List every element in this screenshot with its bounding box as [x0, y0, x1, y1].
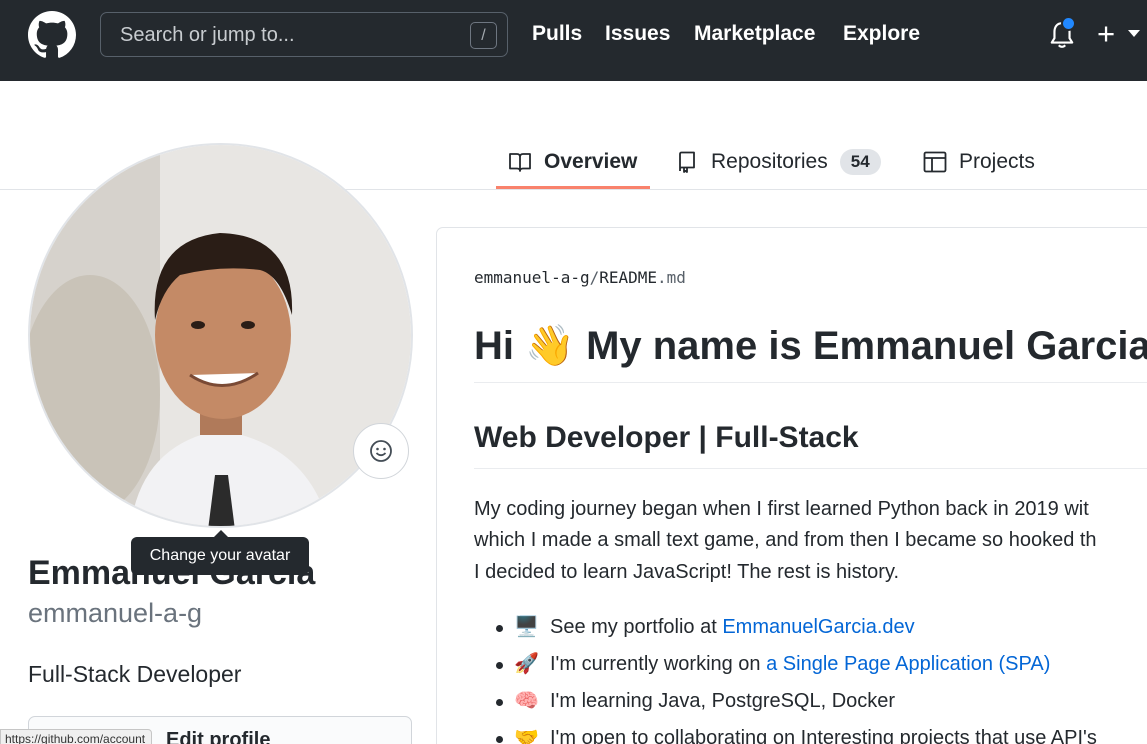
spa-project-link[interactable]: a Single Page Application (SPA)	[766, 653, 1050, 675]
list-item-text: I'm currently working on	[550, 653, 767, 675]
tab-label: Overview	[544, 150, 638, 173]
readme-owner-link[interactable]: emmanuel-a-g	[474, 268, 590, 287]
list-item-text: I'm learning Java, PostgreSQL, Docker	[550, 690, 896, 712]
repo-icon	[679, 151, 695, 173]
slash-shortcut-key: /	[470, 22, 497, 49]
avatar-photo	[30, 145, 411, 526]
readme-extension: .md	[657, 268, 686, 287]
readme-file-link[interactable]: README.md	[599, 268, 686, 287]
chevron-down-icon[interactable]	[1128, 30, 1140, 37]
list-item: 🤝 I'm open to collaborating on Interestin…	[474, 725, 1097, 744]
nav-explore[interactable]: Explore	[843, 22, 920, 46]
readme-filename: README	[599, 268, 658, 287]
book-icon	[509, 153, 531, 172]
readme-paragraph-line: which I made a small text game, and from…	[474, 529, 1097, 551]
nav-pulls[interactable]: Pulls	[532, 22, 582, 46]
heading-divider	[474, 382, 1147, 383]
set-status-button[interactable]	[353, 423, 409, 479]
list-item: 🚀 I'm currently working on a Single Page …	[474, 651, 1097, 688]
computer-emoji-icon: 🖥️	[514, 616, 539, 638]
status-bar-url: https://github.com/account	[0, 729, 153, 744]
repo-count-badge: 54	[839, 149, 881, 175]
list-item-text: I'm open to collaborating on Interesting…	[550, 727, 1097, 744]
list-item: 🖥️ See my portfolio at EmmanuelGarcia.dev	[474, 614, 1097, 651]
tooltip-arrow	[214, 530, 228, 537]
tab-label: Projects	[959, 150, 1035, 173]
nav-issues[interactable]: Issues	[605, 22, 670, 46]
tab-projects[interactable]: Projects	[923, 136, 1035, 188]
github-logo-icon[interactable]	[28, 11, 76, 59]
wave-emoji-icon: 👋	[525, 324, 575, 368]
subheading-divider	[474, 468, 1147, 469]
tab-repositories[interactable]: Repositories 54	[675, 136, 881, 188]
tab-overview[interactable]: Overview	[508, 136, 637, 188]
edit-profile-label: Edit profile	[166, 729, 271, 744]
list-item: 🧠 I'm learning Java, PostgreSQL, Docker	[474, 688, 1097, 725]
profile-username: emmanuel-a-g	[28, 598, 203, 628]
list-item-text: See my portfolio at	[550, 616, 723, 638]
readme-list: 🖥️ See my portfolio at EmmanuelGarcia.dev…	[474, 614, 1097, 744]
tab-label: Repositories	[711, 150, 828, 173]
avatar[interactable]	[28, 143, 413, 528]
heading-greeting: Hi	[474, 324, 514, 368]
handshake-emoji-icon: 🤝	[514, 727, 539, 744]
brain-emoji-icon: 🧠	[514, 690, 539, 712]
project-icon	[923, 151, 947, 173]
readme-subheading: Web Developer | Full-Stack	[474, 421, 859, 454]
portfolio-link[interactable]: EmmanuelGarcia.dev	[722, 616, 914, 638]
readme-paragraph-line: I decided to learn JavaScript! The rest …	[474, 561, 900, 583]
readme-breadcrumb: emmanuel-a-g/README.md	[474, 268, 686, 287]
profile-bio: Full-Stack Developer	[28, 661, 242, 687]
readme-heading: Hi 👋 My name is Emmanuel Garcia	[474, 322, 1147, 369]
nav-marketplace[interactable]: Marketplace	[694, 22, 815, 46]
rocket-emoji-icon: 🚀	[514, 653, 539, 675]
search-input[interactable]: Search or jump to... /	[100, 12, 508, 57]
avatar-tooltip: Change your avatar	[131, 537, 309, 575]
smiley-icon	[370, 440, 392, 462]
notification-indicator	[1061, 16, 1076, 31]
readme-paragraph-line: My coding journey began when I first lea…	[474, 498, 1089, 520]
search-placeholder: Search or jump to...	[120, 24, 295, 46]
create-new-plus-icon[interactable]: +	[1097, 17, 1115, 51]
top-navbar: Search or jump to... / Pulls Issues Mark…	[0, 0, 1147, 81]
breadcrumb-separator: /	[589, 268, 600, 287]
heading-name: My name is Emmanuel Garcia	[586, 324, 1147, 368]
